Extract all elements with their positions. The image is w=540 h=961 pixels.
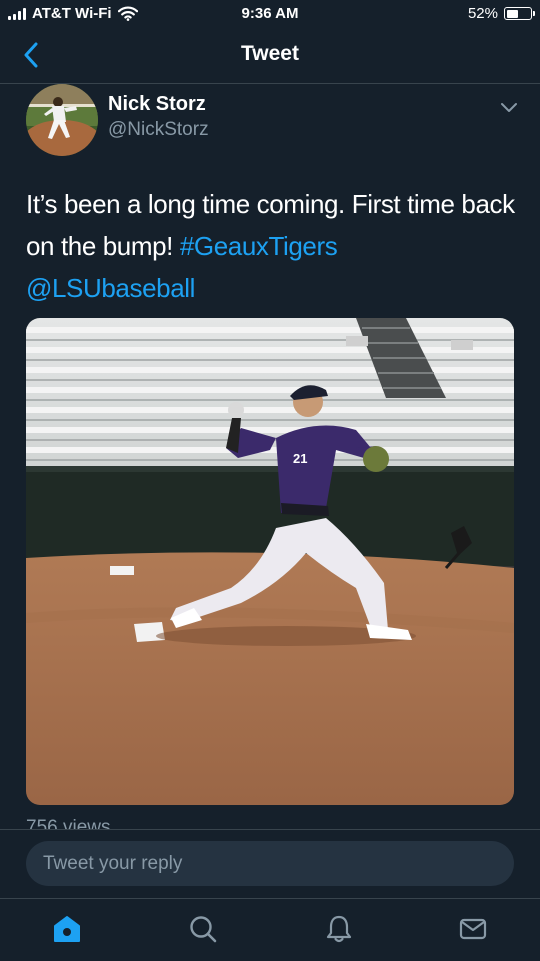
hashtag-link[interactable]: #GeauxTigers [180,231,338,261]
tab-messages[interactable] [455,911,491,947]
tweet-options-button[interactable] [498,96,520,118]
battery-percent: 52% [467,5,498,22]
search-icon [190,916,217,943]
reply-input[interactable]: Tweet your reply [26,841,514,886]
video-frame: 21 [26,318,514,805]
mention-link[interactable]: @LSUbaseball [26,273,195,303]
jersey-number: 21 [293,451,307,466]
tab-bar [0,898,540,961]
avatar-image [26,84,98,156]
nav-header: Tweet [0,28,540,84]
home-icon [54,916,80,942]
author-handle[interactable]: @NickStorz [108,119,209,141]
status-bar: AT&T Wi-Fi 9:36 AM 52% [0,0,540,28]
chevron-down-icon [501,102,517,112]
tab-search[interactable] [185,911,221,947]
avatar[interactable] [26,84,98,156]
bell-icon [326,915,352,943]
tweet-author: Nick Storz @NickStorz [0,84,540,164]
tweet-media-video[interactable]: 21 [26,318,514,805]
view-count: 756 views [26,817,111,829]
tab-home[interactable] [49,911,85,947]
reply-bar: Tweet your reply [0,829,540,900]
status-right: 52% [467,5,535,22]
tab-notifications[interactable] [321,911,357,947]
status-time: 9:36 AM [241,5,299,22]
battery-icon [504,7,535,20]
author-name[interactable]: Nick Storz [108,93,206,116]
page-title: Tweet [241,42,299,65]
envelope-icon [459,918,487,940]
tweet-text: It’s been a long time coming. First time… [26,183,516,309]
battery-fill [506,9,518,18]
